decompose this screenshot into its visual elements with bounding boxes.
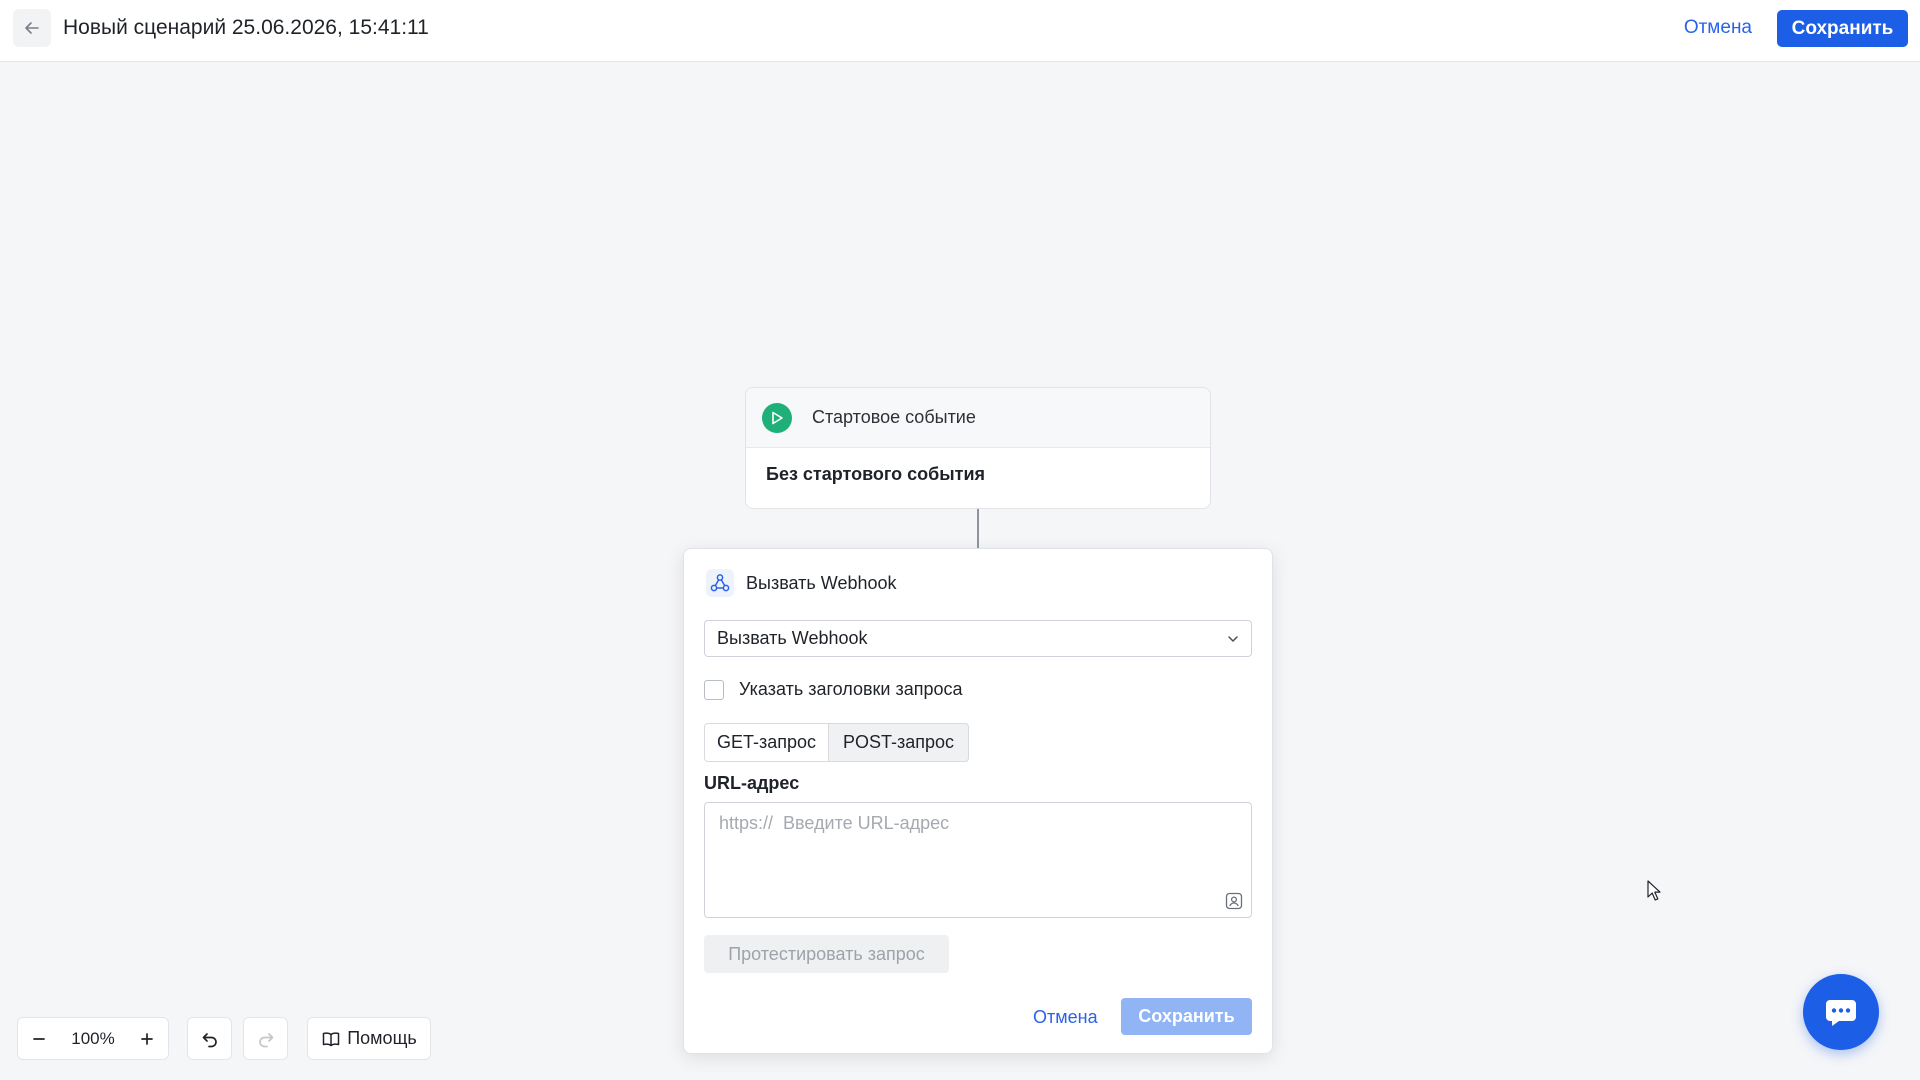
node-connector [977,509,979,549]
webhook-panel: Вызвать Webhook Вызвать Webhook Указать … [683,548,1273,1054]
method-post-button[interactable]: POST-запрос [829,724,968,761]
top-header: Новый сценарий 25.06.2026, 15:41:11 Отме… [0,0,1920,62]
url-input[interactable] [719,813,1219,834]
header-cancel-button[interactable]: Отмена [1684,14,1752,42]
zoom-control: 100% [17,1017,169,1060]
start-node-title: Стартовое событие [812,407,976,427]
help-button[interactable]: Помощь [307,1017,431,1060]
url-label: URL-адрес [704,773,800,793]
headers-checkbox-row[interactable]: Указать заголовки запроса [704,679,963,700]
redo-icon [258,1032,273,1047]
action-select[interactable]: Вызвать Webhook [704,620,1252,657]
chat-button[interactable] [1803,974,1879,1050]
undo-button[interactable] [187,1017,232,1060]
headers-checkbox[interactable] [704,679,724,700]
test-request-button[interactable]: Протестировать запрос [704,935,949,973]
chat-icon [1826,1000,1856,1026]
start-event-node[interactable]: Стартовое событие Без стартового события [745,387,1211,509]
action-select-value: Вызвать Webhook [717,628,868,648]
panel-cancel-button[interactable]: Отмена [1033,1004,1098,1030]
start-node-header: Стартовое событие [746,388,1210,448]
play-icon [762,402,792,433]
redo-button[interactable] [243,1017,288,1060]
page-title: Новый сценарий 25.06.2026, 15:41:11 [63,16,429,39]
chevron-down-icon [1228,636,1238,642]
headers-checkbox-label: Указать заголовки запроса [739,679,963,699]
panel-title: Вызвать Webhook [746,572,897,593]
variable-icon[interactable] [1224,891,1244,911]
zoom-level: 100% [71,1028,115,1048]
zoom-in-button[interactable] [134,1026,160,1052]
header-save-button[interactable]: Сохранить [1777,10,1908,47]
help-label: Помощь [347,1028,417,1048]
arrow-left-icon [25,22,39,34]
start-node-value: Без стартового события [766,464,986,484]
url-field-container[interactable] [704,802,1252,918]
webhook-icon [706,569,734,597]
undo-icon [202,1032,217,1047]
zoom-out-button[interactable] [26,1026,52,1052]
book-icon [322,1031,340,1046]
method-get-button[interactable]: GET-запрос [705,724,829,761]
back-button[interactable] [13,9,51,47]
mouse-cursor-icon [1647,880,1661,901]
minus-icon [33,1037,45,1040]
panel-header: Вызвать Webhook [706,569,897,597]
method-toggle: GET-запрос POST-запрос [704,723,969,762]
panel-save-button[interactable]: Сохранить [1121,998,1252,1035]
plus-icon [141,1032,153,1045]
